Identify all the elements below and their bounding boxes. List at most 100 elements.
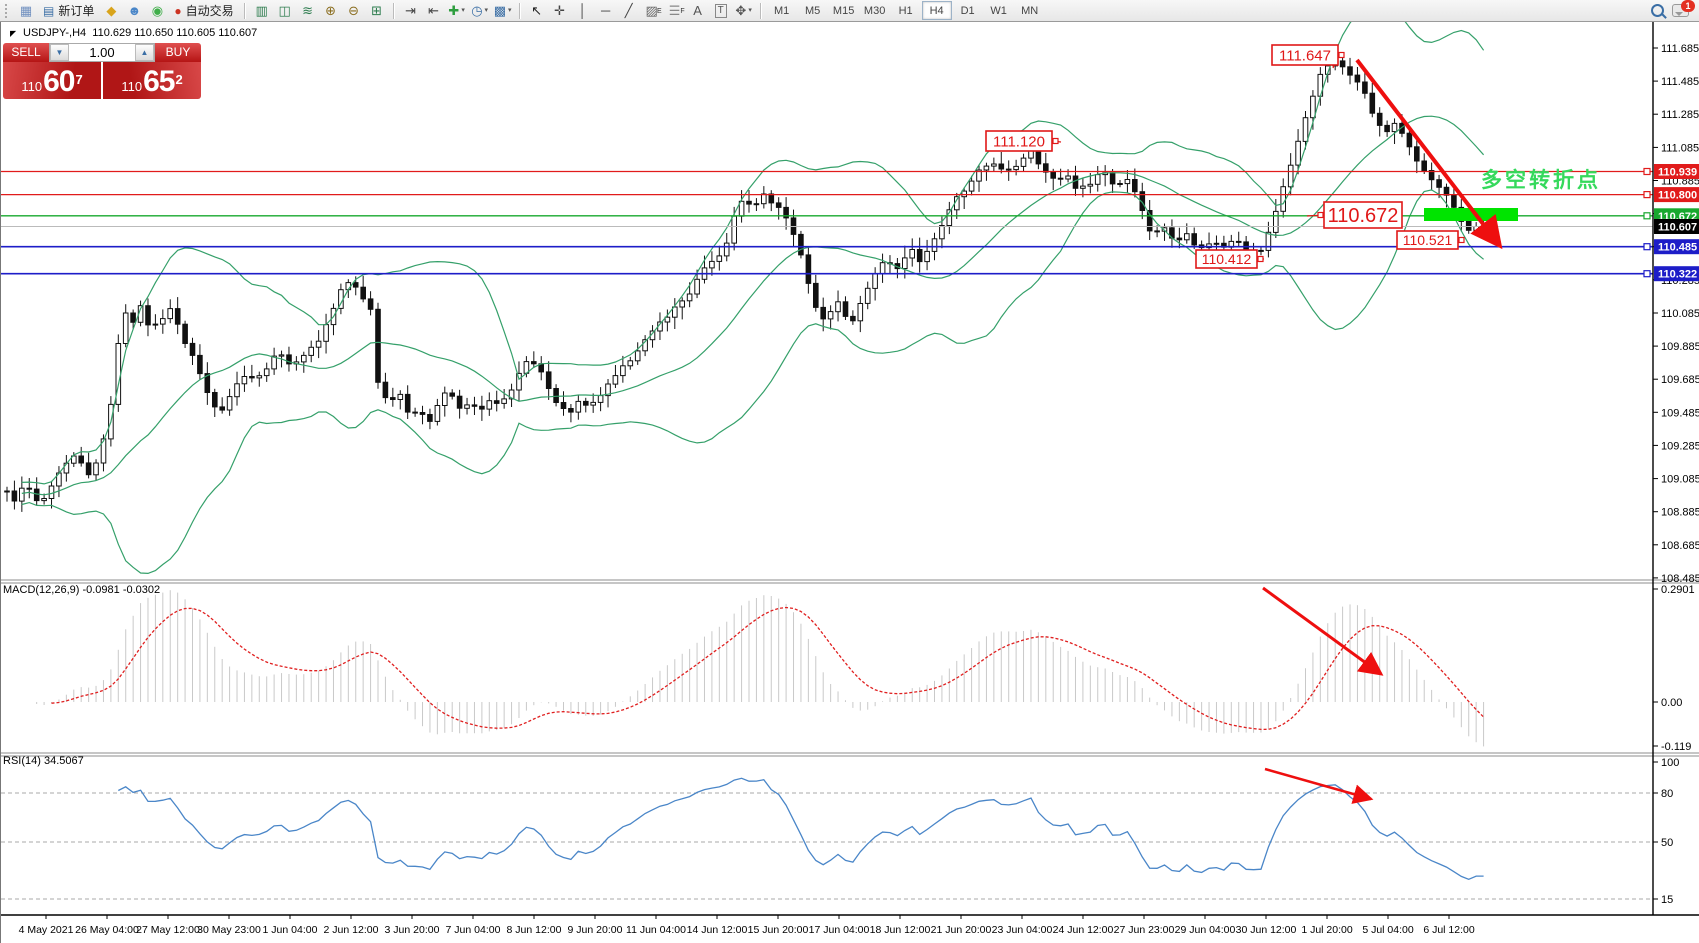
cn-annotation-text[interactable]: 多空转折点 bbox=[1481, 168, 1601, 192]
hline-handle[interactable] bbox=[1644, 271, 1650, 277]
time-axis-label: 15 Jun 20:00 bbox=[748, 924, 809, 936]
price-chart[interactable]: 111.685111.485111.285111.085110.885110.6… bbox=[1, 22, 1699, 943]
period-clock-icon: ◷ bbox=[471, 2, 482, 20]
buy-price-button[interactable]: 110652 bbox=[103, 62, 201, 99]
auto-trading-button[interactable]: ●自动交易 bbox=[169, 2, 238, 20]
volume-input[interactable]: 1.00 bbox=[69, 44, 135, 61]
zoom-in-icon: ⊕ bbox=[325, 2, 336, 20]
timeframe-button-d1[interactable]: D1 bbox=[953, 1, 983, 20]
hline-handle[interactable] bbox=[1644, 244, 1650, 250]
line-chart-icon: ≋ bbox=[302, 2, 313, 20]
time-axis-label: 30 Jun 12:00 bbox=[1236, 924, 1297, 936]
signals-icon[interactable]: ◉ bbox=[146, 1, 168, 21]
bar-chart-icon[interactable]: ▥ bbox=[251, 1, 273, 21]
hline-handle[interactable] bbox=[1644, 213, 1650, 219]
timeframe-button-mn[interactable]: MN bbox=[1015, 1, 1045, 20]
new-order-button[interactable]: ▤新订单 bbox=[38, 2, 99, 20]
volume-down-button[interactable]: ▼ bbox=[50, 44, 69, 61]
timeframe-button-m1[interactable]: M1 bbox=[767, 1, 797, 20]
price-callout-text: 110.672 bbox=[1328, 205, 1399, 227]
search-icon[interactable] bbox=[1651, 4, 1664, 17]
template-icon[interactable]: ▩▾ bbox=[492, 1, 514, 21]
time-axis-label: 1 Jun 04:00 bbox=[263, 924, 318, 936]
time-axis-label: 1 Jul 20:00 bbox=[1301, 924, 1353, 936]
time-axis-label: 17 Jun 04:00 bbox=[809, 924, 870, 936]
sell-price-button[interactable]: 110607 bbox=[3, 62, 101, 99]
vertical-line-icon[interactable]: │ bbox=[572, 1, 594, 21]
price-callouts[interactable]: 111.647111.120110.672110.521110.412 bbox=[986, 45, 1464, 268]
horizontal-line-icon[interactable]: ─ bbox=[595, 1, 617, 21]
timeframe-button-h1[interactable]: H1 bbox=[891, 1, 921, 20]
toolbar-separator bbox=[244, 3, 246, 19]
red-trend-arrow[interactable] bbox=[1263, 588, 1381, 674]
timeframe-button-m30[interactable]: M30 bbox=[860, 1, 890, 20]
zoom-in-icon[interactable]: ⊕ bbox=[320, 1, 342, 21]
fibonacci-icon[interactable]: ☰F bbox=[664, 1, 686, 21]
price-axis-label: 111.085 bbox=[1661, 142, 1699, 154]
time-axis-label: 24 Jun 12:00 bbox=[1053, 924, 1114, 936]
signals-icon: ◉ bbox=[152, 2, 163, 20]
time-axis-label: 21 Jun 20:00 bbox=[931, 924, 992, 936]
rsi-axis-label: 80 bbox=[1661, 788, 1673, 800]
price-axis-label: 109.285 bbox=[1661, 440, 1699, 452]
timeframe-button-m5[interactable]: M5 bbox=[798, 1, 828, 20]
rsi-indicator-label: RSI(14) 34.5067 bbox=[3, 755, 84, 767]
fibonacci-icon: ☰ bbox=[669, 2, 681, 20]
text-icon: A bbox=[693, 2, 702, 20]
timeframe-button-m15[interactable]: M15 bbox=[829, 1, 859, 20]
price-axis-label: 111.485 bbox=[1661, 76, 1699, 88]
price-callout-text: 111.120 bbox=[993, 133, 1045, 150]
macd-axis-label: 0.00 bbox=[1661, 697, 1682, 709]
timeframe-button-h4[interactable]: H4 bbox=[922, 1, 952, 20]
candlestick-chart-icon[interactable]: ◫ bbox=[274, 1, 296, 21]
new-order-button-label: 新订单 bbox=[58, 2, 94, 19]
time-axis-label: 6 Jul 12:00 bbox=[1423, 924, 1475, 936]
level-badge-text: 110.939 bbox=[1658, 167, 1697, 179]
text-label-icon[interactable]: T bbox=[710, 1, 732, 21]
community-icon[interactable]: ☻ bbox=[123, 1, 145, 21]
sell-price-main: 60 bbox=[43, 67, 74, 97]
time-axis-label: 29 Jun 04:00 bbox=[1175, 924, 1236, 936]
arrows-tool-icon[interactable]: ✥▾ bbox=[733, 1, 755, 21]
horizontal-level-lines[interactable] bbox=[1, 169, 1653, 277]
trendline-icon[interactable]: ╱ bbox=[618, 1, 640, 21]
buy-button[interactable]: BUY bbox=[155, 43, 201, 62]
gold-icon[interactable]: ◆ bbox=[100, 1, 122, 21]
time-axis-label: 8 Jun 12:00 bbox=[507, 924, 562, 936]
current-price-badge-text: 110.607 bbox=[1658, 222, 1697, 234]
volume-up-button[interactable]: ▲ bbox=[135, 44, 154, 61]
charts-window-icon: ▦ bbox=[20, 2, 32, 20]
zoom-out-icon[interactable]: ⊖ bbox=[343, 1, 365, 21]
line-chart-icon[interactable]: ≋ bbox=[297, 1, 319, 21]
vertical-line-icon: │ bbox=[579, 2, 587, 20]
charts-window-icon[interactable]: ▦ bbox=[15, 1, 37, 21]
price-callout-text: 110.412 bbox=[1202, 251, 1252, 267]
time-axis-label: 27 Jun 23:00 bbox=[1114, 924, 1175, 936]
add-chart-icon: ✚ bbox=[448, 2, 459, 20]
period-clock-icon[interactable]: ◷▾ bbox=[469, 1, 491, 21]
tile-windows-icon[interactable]: ⊞ bbox=[366, 1, 388, 21]
cursor-icon[interactable]: ↖ bbox=[526, 1, 548, 21]
rsi-pane bbox=[1, 778, 1653, 899]
timeframe-button-w1[interactable]: W1 bbox=[984, 1, 1014, 20]
buy-price-main: 65 bbox=[143, 67, 174, 97]
red-trend-arrow[interactable] bbox=[1265, 769, 1371, 799]
auto-scroll-icon[interactable]: ⇥ bbox=[400, 1, 422, 21]
macd-indicator-label: MACD(12,26,9) -0.0981 -0.0302 bbox=[3, 584, 160, 596]
text-icon[interactable]: A bbox=[687, 1, 709, 21]
hline-handle[interactable] bbox=[1644, 169, 1650, 175]
toolbar-right-group: 1 bbox=[1651, 4, 1697, 17]
time-axis-label: 26 May 04:00 bbox=[75, 924, 139, 936]
sell-button[interactable]: SELL bbox=[3, 43, 49, 62]
chart-shift-icon: ⇤ bbox=[428, 2, 439, 20]
level-badge-text: 110.800 bbox=[1658, 190, 1697, 202]
equidistant-channel-icon[interactable]: ▨E bbox=[641, 1, 663, 21]
notifications-icon[interactable]: 1 bbox=[1672, 4, 1689, 17]
chart-window[interactable]: 111.685111.485111.285111.085110.885110.6… bbox=[0, 22, 1699, 943]
add-chart-icon[interactable]: ✚▾ bbox=[446, 1, 468, 21]
hline-handle[interactable] bbox=[1644, 192, 1650, 198]
time-axis-label: 27 May 12:00 bbox=[136, 924, 200, 936]
crosshair-icon[interactable]: ✛ bbox=[549, 1, 571, 21]
chart-shift-icon[interactable]: ⇤ bbox=[423, 1, 445, 21]
price-axis-label: 109.685 bbox=[1661, 374, 1699, 386]
